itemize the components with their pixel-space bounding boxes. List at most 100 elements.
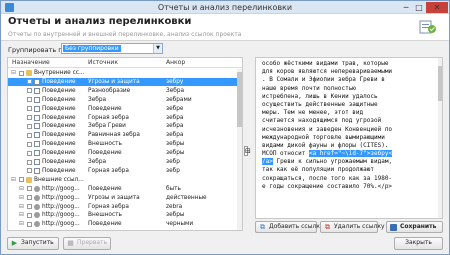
row-checkbox[interactable]: [27, 79, 32, 85]
expander-icon[interactable]: ⊟: [11, 69, 17, 77]
source-cell: Угрозы и защита: [88, 194, 140, 201]
tree-row[interactable]: ⊟ http://goog... Угрозы и защита действенны…: [8, 194, 237, 202]
page-icon: [34, 141, 40, 148]
tree-row[interactable]: Поведение Горная зебра зебр: [8, 167, 237, 175]
target-cell: Внутренние сс...: [34, 70, 85, 76]
row-checkbox[interactable]: [27, 212, 32, 218]
stop-button[interactable]: ■ Прервать: [63, 237, 111, 250]
maximize-button[interactable]: □: [413, 2, 425, 13]
add-link-icon: ⧉: [260, 223, 265, 231]
column-header-target[interactable]: Назначение: [12, 59, 50, 66]
target-cell: Поведение: [42, 132, 76, 139]
source-line: особо жёсткими видами трав, которые: [262, 60, 437, 68]
tree-row[interactable]: Поведение Внешность зебры: [8, 140, 237, 148]
tree-header: Назначение Источник Анкор: [8, 58, 242, 68]
title-bar[interactable]: Отчеты и анализ перелинковки ─ □ ✕: [1, 1, 449, 14]
source-text-run: так как её популяции продолжают: [262, 166, 374, 174]
row-checkbox[interactable]: [19, 70, 24, 76]
links-tree[interactable]: Назначение Источник Анкор ⊟ Внутренние сс…: [7, 57, 243, 231]
add-link-button[interactable]: ⧉ Добавить ссылку: [255, 221, 323, 233]
target-cell: Поведение: [42, 114, 76, 121]
target-cell: Внешние ссыл...: [34, 176, 84, 183]
stop-icon: ■: [67, 239, 74, 247]
column-header-source[interactable]: Источник: [88, 59, 118, 66]
row-checkbox[interactable]: [27, 141, 32, 147]
row-checkbox[interactable]: [27, 150, 32, 156]
source-line: МСОП относит <a href="~\id-7">зебру<: [262, 150, 437, 158]
tree-row[interactable]: Поведение Равнинная зебра зебра: [8, 131, 237, 139]
save-button[interactable]: Сохранить: [386, 221, 443, 233]
source-line: для коров являются неперевариваемыми: [262, 68, 437, 76]
tree-scroll-thumb[interactable]: [237, 72, 242, 127]
anchor-cell: быть: [166, 185, 181, 192]
globe-icon: [34, 194, 40, 201]
folder-icon: [26, 176, 32, 183]
expander-icon[interactable]: ⊟: [19, 211, 25, 219]
row-checkbox[interactable]: [27, 195, 32, 201]
chevron-down-icon[interactable]: ▼: [153, 44, 162, 53]
tree-group-row[interactable]: ⊟ Внешние ссыл...: [8, 176, 237, 184]
tree-body: ⊟ Внутренние сс... Поведение Угрозы и защит…: [8, 69, 237, 230]
source-line: . В Сомали и Эфиопии зебра Греви в: [262, 76, 437, 84]
tree-group-row[interactable]: ⊟ Внутренние сс...: [8, 69, 237, 77]
tree-row[interactable]: ⊟ http://goog... Поведение быть: [8, 185, 237, 193]
tree-row[interactable]: Поведение Зебра зебрами: [8, 96, 237, 104]
tree-row[interactable]: Поведение Горная зебра зебра: [8, 114, 237, 122]
row-checkbox[interactable]: [27, 221, 32, 227]
row-checkbox[interactable]: [27, 168, 32, 174]
stop-label: Прервать: [77, 239, 108, 246]
expander-icon[interactable]: ⊟: [19, 194, 25, 202]
source-text[interactable]: особо жёсткими видами трав, которые для к…: [262, 60, 437, 199]
close-button[interactable]: Закрыть: [394, 237, 443, 250]
row-checkbox[interactable]: [27, 106, 32, 112]
tree-row[interactable]: Поведение Разнообразие Зебра: [8, 87, 237, 95]
selected-link-markup: <a href="~\id-7">зебру<: [308, 150, 393, 158]
source-text-run: осуществить действенные защитные: [262, 100, 378, 108]
row-checkbox[interactable]: [27, 123, 32, 129]
source-line: исчезновения и заведен Конвенцией по: [262, 126, 437, 134]
row-checkbox[interactable]: [27, 115, 32, 120]
run-button[interactable]: ▶ Запустить: [7, 237, 59, 250]
source-line: видами дикой фауны и флоры (CITES).: [262, 142, 437, 150]
expander-icon[interactable]: ⊟: [19, 203, 25, 211]
row-checkbox[interactable]: [19, 177, 24, 183]
delete-link-button[interactable]: ⧉ Удалить ссылку: [320, 221, 385, 233]
close-window-button[interactable]: ✕: [426, 2, 448, 13]
tree-row[interactable]: Поведение Угрозы и защита зебру: [8, 77, 237, 87]
tree-row[interactable]: Поведение Зебра зебр: [8, 158, 237, 166]
tree-scrollbar[interactable]: [237, 69, 242, 230]
source-text-panel[interactable]: особо жёсткими видами трав, которые для к…: [255, 57, 443, 219]
tree-row[interactable]: ⊟ http://goog... Поведение черными: [8, 220, 237, 228]
tree-row[interactable]: Поведение Поведение зебре: [8, 105, 237, 113]
target-cell: Поведение: [42, 123, 76, 130]
row-checkbox[interactable]: [27, 159, 32, 165]
anchor-cell: зебра: [166, 132, 184, 139]
target-cell: http://goog...: [42, 212, 80, 219]
group-by-select[interactable]: Без группировки ▼: [61, 43, 163, 54]
tree-row[interactable]: ⊟ http://goog... Внешность зебры: [8, 211, 237, 219]
resize-grip-icon[interactable]: ⋰: [443, 248, 449, 254]
source-cell: Горная зебра: [88, 114, 129, 121]
row-checkbox[interactable]: [27, 186, 32, 192]
source-scrollbar[interactable]: [438, 58, 442, 218]
row-checkbox[interactable]: [27, 204, 32, 209]
page-icon: [34, 150, 40, 157]
globe-icon: [34, 221, 40, 228]
row-checkbox[interactable]: [27, 97, 32, 103]
row-checkbox[interactable]: [27, 132, 32, 138]
tree-row[interactable]: ⊟ http://goog... Горная зебра zebra: [8, 203, 237, 211]
expander-icon[interactable]: ⊟: [19, 220, 25, 228]
globe-icon: [34, 212, 40, 219]
expander-icon[interactable]: ⊟: [11, 176, 17, 184]
tree-row[interactable]: Поведение Поведение зебры: [8, 149, 237, 157]
target-cell: Поведение: [42, 159, 76, 165]
panel-splitter[interactable]: ⊟: [244, 146, 251, 156]
expander-icon[interactable]: ⊟: [19, 185, 25, 193]
source-scroll-thumb[interactable]: [438, 66, 442, 101]
column-header-anchor[interactable]: Анкор: [166, 59, 185, 66]
source-cell: Поведение: [88, 185, 122, 192]
anchor-cell: зебры: [166, 150, 185, 157]
minimize-button[interactable]: ─: [399, 2, 413, 13]
row-checkbox[interactable]: [27, 88, 32, 94]
tree-row[interactable]: Поведение Зебра Греви зебра: [8, 122, 237, 130]
